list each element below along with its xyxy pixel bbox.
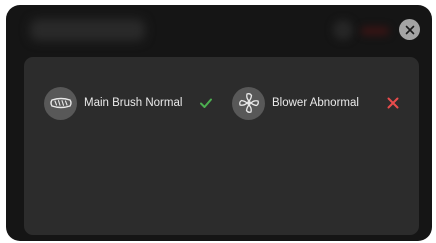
main-brush-item: Main Brush Normal — [44, 86, 182, 120]
blurred-indicator — [361, 27, 389, 35]
checkmark-icon — [200, 98, 212, 108]
blower-label: Blower Abnormal — [272, 97, 359, 109]
status-panel: Main Brush Normal Blower Abnormal — [24, 57, 419, 235]
cross-icon — [387, 97, 399, 109]
close-button[interactable] — [399, 19, 420, 40]
dialog-window: Main Brush Normal Blower Abnormal — [6, 5, 432, 241]
blurred-icon — [333, 20, 353, 40]
fan-icon — [238, 93, 259, 113]
main-brush-icon — [49, 97, 72, 109]
fan-icon-badge — [232, 86, 265, 120]
blower-item: Blower Abnormal — [232, 86, 359, 120]
blurred-title — [30, 19, 145, 41]
close-icon — [405, 25, 414, 34]
main-brush-label: Main Brush Normal — [84, 97, 183, 109]
main-brush-icon-badge — [44, 86, 77, 120]
